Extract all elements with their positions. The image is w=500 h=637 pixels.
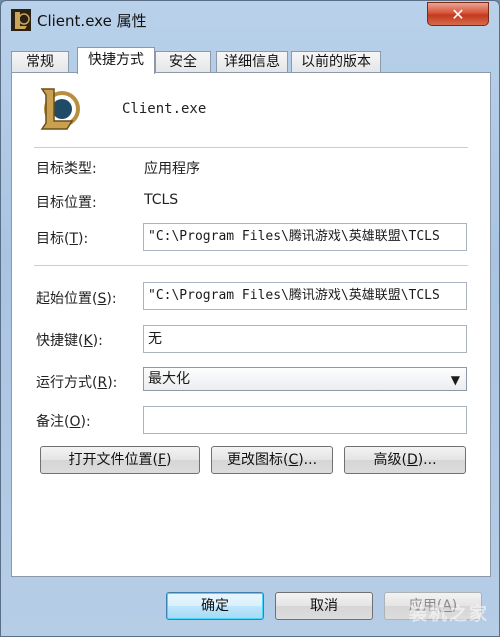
open-file-location-button[interactable]: 打开文件位置(F) [40, 446, 200, 474]
separator-middle [34, 265, 468, 266]
run-label: 运行方式(R): [36, 375, 118, 391]
window-title: Client.exe 属性 [37, 12, 147, 30]
title-bar[interactable]: Client.exe 属性 ✕ [1, 1, 499, 39]
properties-window: Client.exe 属性 ✕ 常规 快捷方式 安全 详细信息 以前的版本 Cl… [0, 0, 500, 637]
separator-top [34, 147, 468, 148]
close-icon: ✕ [451, 4, 465, 24]
change-icon-button[interactable]: 更改图标(C)... [211, 446, 333, 474]
shortcut-panel: Client.exe 目标类型: 应用程序 目标位置: TCLS 目标(T): … [11, 72, 491, 577]
tab-shortcut[interactable]: 快捷方式 [77, 47, 155, 74]
tab-security[interactable]: 安全 [155, 51, 211, 73]
close-button[interactable]: ✕ [427, 2, 489, 26]
league-of-legends-icon [40, 88, 80, 130]
tab-general[interactable]: 常规 [11, 51, 69, 73]
program-name: Client.exe [122, 101, 207, 117]
target-location-value: TCLS [144, 192, 179, 208]
app-icon [11, 9, 31, 31]
run-select[interactable]: 最大化 ▼ [143, 367, 467, 391]
shortcut-key-field[interactable]: 无 [143, 325, 467, 353]
target-location-label: 目标位置: [36, 195, 97, 211]
start-in-label: 起始位置(S): [36, 291, 117, 307]
target-field[interactable]: "C:\Program Files\腾讯游戏\英雄联盟\TCLS [143, 223, 467, 251]
chevron-down-icon: ▼ [450, 373, 460, 387]
comment-label: 备注(O): [36, 414, 91, 430]
target-label: 目标(T): [36, 231, 89, 247]
watermark: 装机之家 [409, 604, 489, 625]
target-type-label: 目标类型: [36, 161, 97, 177]
tab-previous-versions[interactable]: 以前的版本 [291, 51, 381, 73]
start-in-field[interactable]: "C:\Program Files\腾讯游戏\英雄联盟\TCLS [143, 282, 467, 310]
tab-details[interactable]: 详细信息 [216, 51, 288, 73]
cancel-button[interactable]: 取消 [275, 592, 373, 620]
tab-bar: 常规 快捷方式 安全 详细信息 以前的版本 [11, 47, 491, 74]
comment-field[interactable] [143, 406, 467, 434]
ok-button[interactable]: 确定 [166, 592, 264, 620]
run-select-value: 最大化 [148, 371, 190, 387]
shortcut-key-label: 快捷键(K): [36, 333, 103, 349]
advanced-button[interactable]: 高级(D)... [344, 446, 466, 474]
target-type-value: 应用程序 [144, 161, 200, 177]
